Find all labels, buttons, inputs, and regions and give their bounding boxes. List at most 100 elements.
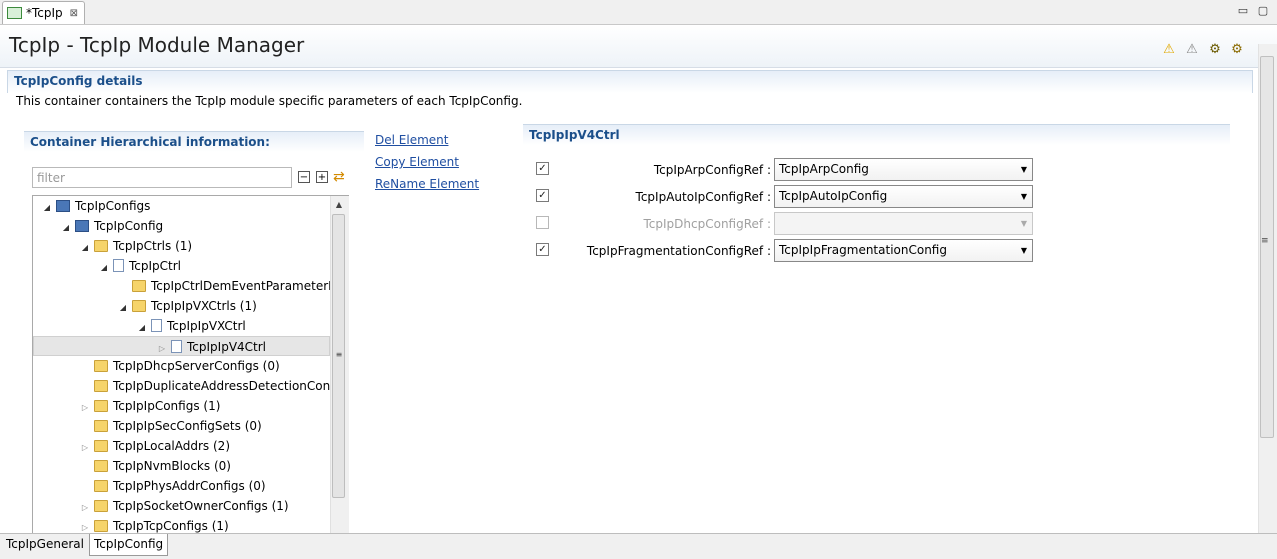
- tree-item[interactable]: ◢ TcpIpConfigs: [33, 196, 338, 216]
- tree-item[interactable]: TcpIpIpSecConfigSets (0): [33, 416, 348, 436]
- tab-tcpip-config[interactable]: TcpIpConfig: [89, 534, 169, 556]
- field-select[interactable]: TcpIpAutoIpConfig ▼: [774, 185, 1033, 208]
- tree-item-label: TcpIpIpVXCtrls (1): [151, 299, 257, 313]
- expanded-twisty-icon[interactable]: ◢: [60, 218, 72, 236]
- tab-tcpip-general[interactable]: TcpIpGeneral: [2, 534, 88, 556]
- tree-item-label: TcpIpIpVXCtrl: [167, 319, 246, 333]
- field-enable-checkbox[interactable]: ✓: [536, 162, 549, 175]
- module-icon: [56, 200, 70, 212]
- tree-item-selected[interactable]: ▷ TcpIpIpV4Ctrl: [33, 336, 330, 356]
- tree-item[interactable]: ◢ TcpIpCtrl: [33, 256, 348, 276]
- field-select[interactable]: ▼: [774, 212, 1033, 235]
- dropdown-arrow-icon[interactable]: ▼: [1021, 159, 1027, 180]
- field-label: TcpIpFragmentationConfigRef :: [586, 244, 771, 258]
- warning-gray-icon[interactable]: ⚠: [1185, 43, 1199, 57]
- dropdown-arrow-icon[interactable]: ▼: [1021, 213, 1027, 234]
- doc-icon: [171, 340, 182, 353]
- detail-header: [523, 124, 1230, 145]
- tree-item[interactable]: ▷ TcpIpLocalAddrs (2): [33, 436, 348, 456]
- tree-item[interactable]: ▷ TcpIpSocketOwnerConfigs (1): [33, 496, 348, 516]
- folder-icon: [94, 460, 108, 472]
- editor-scroll-grip-icon: ≡: [1261, 236, 1269, 246]
- tree-item[interactable]: TcpIpDhcpServerConfigs (0): [33, 356, 348, 376]
- tree-item[interactable]: TcpIpDuplicateAddressDetectionConfigs: [33, 376, 349, 396]
- expanded-twisty-icon[interactable]: ◢: [136, 318, 148, 336]
- dropdown-arrow-icon[interactable]: ▼: [1021, 240, 1027, 261]
- tree-item-label: TcpIpSocketOwnerConfigs (1): [113, 499, 289, 513]
- collapsed-twisty-icon[interactable]: ▷: [79, 398, 91, 416]
- doc-icon: [113, 259, 124, 272]
- tree-item-label: TcpIpPhysAddrConfigs (0): [113, 479, 266, 493]
- rename-element-link[interactable]: ReName Element: [375, 177, 479, 191]
- expanded-twisty-icon[interactable]: ◢: [79, 238, 91, 256]
- tree-item-label: TcpIpConfig: [94, 219, 164, 233]
- tree-item[interactable]: TcpIpPhysAddrConfigs (0): [33, 476, 348, 496]
- tree-item-label: TcpIpIpConfigs (1): [113, 399, 221, 413]
- tree-item-label: TcpIpDuplicateAddressDetectionConfigs: [113, 379, 349, 393]
- expanded-twisty-icon[interactable]: ◢: [98, 258, 110, 276]
- editor-scroll-thumb[interactable]: [1260, 56, 1274, 438]
- tree-item-label: TcpIpIpSecConfigSets (0): [113, 419, 262, 433]
- field-select[interactable]: TcpIpIpFragmentationConfig ▼: [774, 239, 1033, 262]
- field-select[interactable]: TcpIpArpConfig ▼: [774, 158, 1033, 181]
- folder-icon: [94, 440, 108, 452]
- tree-item[interactable]: TcpIpCtrlDemEventParameterRefs: [33, 276, 349, 296]
- tree-item[interactable]: ◢ TcpIpConfig: [33, 216, 348, 236]
- collapsed-twisty-icon[interactable]: ▷: [79, 498, 91, 516]
- collapsed-twisty-icon[interactable]: ▷: [156, 339, 168, 355]
- tree-item[interactable]: ◢ TcpIpIpVXCtrls (1): [33, 296, 348, 316]
- scroll-up-icon[interactable]: ▲: [332, 200, 346, 209]
- expanded-twisty-icon[interactable]: ◢: [117, 298, 129, 316]
- tree-item-label: TcpIpNvmBlocks (0): [113, 459, 231, 473]
- tree-item-label: TcpIpConfigs: [75, 199, 151, 213]
- folder-icon: [94, 240, 108, 252]
- module-icon: [75, 220, 89, 232]
- tree-item[interactable]: ▷ TcpIpIpConfigs (1): [33, 396, 348, 416]
- copy-element-link[interactable]: Copy Element: [375, 155, 459, 169]
- tree-item-label: TcpIpCtrls (1): [113, 239, 193, 253]
- close-icon[interactable]: ⊠: [70, 8, 78, 19]
- maximize-icon[interactable]: ▢: [1256, 4, 1270, 18]
- filter-input[interactable]: [32, 167, 292, 188]
- field-enable-checkbox[interactable]: ✓: [536, 243, 549, 256]
- tree-item[interactable]: ◢ TcpIpIpVXCtrl: [33, 316, 348, 336]
- collapse-all-icon[interactable]: −: [298, 171, 310, 183]
- field-enable-checkbox[interactable]: [536, 216, 549, 229]
- editor-file-icon: [7, 7, 22, 19]
- folder-icon: [94, 520, 108, 532]
- editor-tab-tcpip[interactable]: *TcpIp ⊠: [2, 1, 86, 24]
- field-select-value: TcpIpIpFragmentationConfig: [779, 243, 947, 257]
- section-header: [7, 70, 1253, 93]
- folder-icon: [94, 400, 108, 412]
- field-enable-checkbox[interactable]: ✓: [536, 189, 549, 202]
- warning-yellow-icon[interactable]: ⚠: [1162, 43, 1176, 57]
- field-label: TcpIpArpConfigRef :: [653, 163, 771, 177]
- doc-icon: [151, 319, 162, 332]
- hierarchy-tree[interactable]: ◢ TcpIpConfigs ◢ TcpIpConfig ◢ TcpIpCtrls (1)…: [32, 195, 349, 535]
- tree-item-label: TcpIpCtrlDemEventParameterRefs: [151, 279, 349, 293]
- editor-tab-bar: [0, 0, 1277, 25]
- hierarchy-title: Container Hierarchical information:: [30, 135, 270, 149]
- folder-icon: [132, 300, 146, 312]
- folder-icon: [94, 480, 108, 492]
- expand-all-icon[interactable]: +: [316, 171, 328, 183]
- tree-item[interactable]: TcpIpNvmBlocks (0): [33, 456, 348, 476]
- scroll-grip-icon: ≡: [335, 350, 343, 359]
- tree-item-label: TcpIpTcpConfigs (1): [113, 519, 229, 533]
- collapsed-twisty-icon[interactable]: ▷: [79, 438, 91, 456]
- folder-icon: [132, 280, 146, 292]
- del-element-link[interactable]: Del Element: [375, 133, 448, 147]
- dropdown-arrow-icon[interactable]: ▼: [1021, 186, 1027, 207]
- editor-tab-label: *TcpIp: [26, 6, 63, 20]
- section-description: This container containers the TcpIp modu…: [16, 94, 523, 108]
- sync-icon[interactable]: ⇄: [333, 169, 345, 185]
- minimize-icon[interactable]: ▭: [1236, 4, 1250, 18]
- page-tabs-bar: [0, 533, 1277, 559]
- detail-title: TcpIpIpV4Ctrl: [529, 128, 620, 142]
- gear-settings-icon[interactable]: ⚙: [1230, 43, 1244, 57]
- gear-validate-icon[interactable]: ⚙: [1208, 43, 1222, 57]
- section-title: TcpIpConfig details: [14, 74, 143, 88]
- tree-item[interactable]: ◢ TcpIpCtrls (1): [33, 236, 348, 256]
- expanded-twisty-icon[interactable]: ◢: [41, 198, 53, 216]
- folder-icon: [94, 500, 108, 512]
